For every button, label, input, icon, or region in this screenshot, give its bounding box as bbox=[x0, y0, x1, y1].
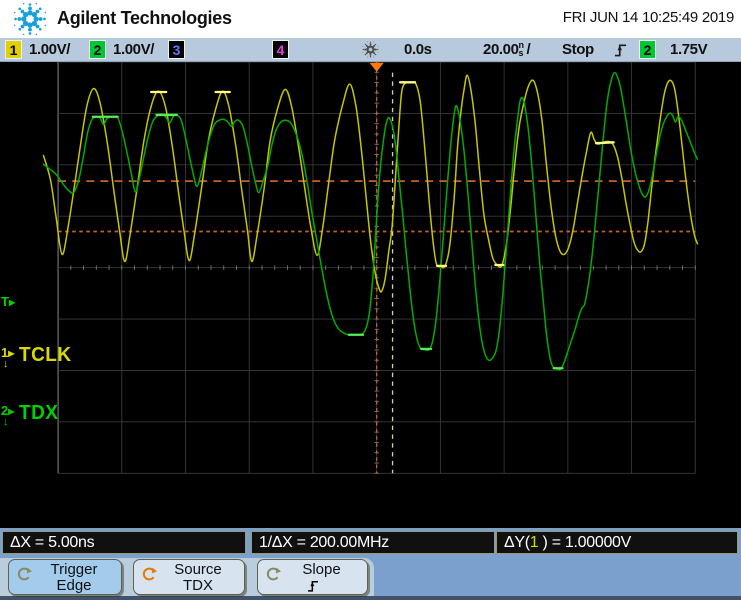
channel3-badge: 3 bbox=[168, 40, 185, 59]
trigger-level-readout: 1.75V bbox=[670, 38, 707, 62]
delay-readout: 0.0s bbox=[404, 38, 432, 62]
softkey-line2: TDX bbox=[183, 577, 213, 594]
agilent-starburst-gray-icon bbox=[361, 40, 380, 59]
delta-y-readout: ΔY(1 ) = 1.00000V bbox=[496, 531, 738, 554]
measurement-readout-bar: ΔX = 5.00ns 1/ΔX = 200.00MHz ΔY(1 ) = 1.… bbox=[0, 528, 741, 558]
softkey-bar: TriggerEdge SourceTDX Slope bbox=[0, 558, 741, 600]
header-bar: Agilent Technologies FRI JUN 14 10:25:49… bbox=[0, 0, 741, 38]
oscilloscope-screen: { "header": { "brand": "Agilent Technolo… bbox=[0, 0, 741, 600]
agilent-starburst-icon bbox=[10, 0, 50, 38]
rotate-knob-icon bbox=[16, 566, 32, 582]
delta-x-readout: ΔX = 5.00ns bbox=[2, 531, 246, 554]
channel4-badge: 4 bbox=[272, 40, 289, 59]
channel1-scale: 1.00V/ bbox=[29, 38, 70, 62]
inv-delta-x-readout: 1/ΔX = 200.00MHz bbox=[251, 531, 495, 554]
softkey-line1: Source bbox=[174, 561, 222, 578]
channel2-scale: 1.00V/ bbox=[113, 38, 154, 62]
datetime-text: FRI JUN 14 10:25:49 2019 bbox=[563, 9, 734, 26]
status-bar: 1 1.00V/ 2 1.00V/ 3 4 0.0s 20.00n s/ Sto… bbox=[0, 38, 741, 62]
waveform-plot bbox=[0, 62, 741, 528]
rising-edge-icon bbox=[614, 41, 627, 58]
softkey-line1: Slope bbox=[302, 561, 340, 578]
timebase-unit: n s bbox=[519, 41, 527, 57]
timebase-readout: 20.00n s/ bbox=[483, 38, 530, 62]
tdx-trace-label: TDX bbox=[19, 402, 58, 425]
channel2-badge: 2 bbox=[89, 40, 106, 59]
trigger-level-marker: T▶ bbox=[1, 296, 15, 309]
slope-button[interactable]: Slope bbox=[257, 559, 368, 595]
acq-mode-readout: Stop bbox=[562, 38, 594, 62]
source-button[interactable]: SourceTDX bbox=[133, 559, 245, 595]
timebase-value: 20.00 bbox=[483, 41, 519, 58]
tclk-trace-label: TCLK bbox=[19, 344, 72, 367]
rising-edge-icon bbox=[258, 578, 367, 594]
brand-title: Agilent Technologies bbox=[57, 8, 232, 29]
waveform-area: T▶ 1▶↓ 2▶↓ TCLK TDX bbox=[0, 62, 741, 528]
ch1-ground-marker: 1▶↓ bbox=[1, 347, 14, 369]
trigger-edge-button[interactable]: TriggerEdge bbox=[8, 559, 122, 595]
softkey-line2: Edge bbox=[56, 577, 91, 594]
channel1-badge: 1 bbox=[5, 40, 22, 59]
timebase-suffix: / bbox=[527, 41, 531, 58]
ch2-ground-marker: 2▶↓ bbox=[1, 405, 14, 427]
softkey-line1: Trigger bbox=[51, 561, 98, 578]
rotate-knob-icon bbox=[141, 566, 157, 582]
trigger-source-badge: 2 bbox=[639, 40, 656, 59]
